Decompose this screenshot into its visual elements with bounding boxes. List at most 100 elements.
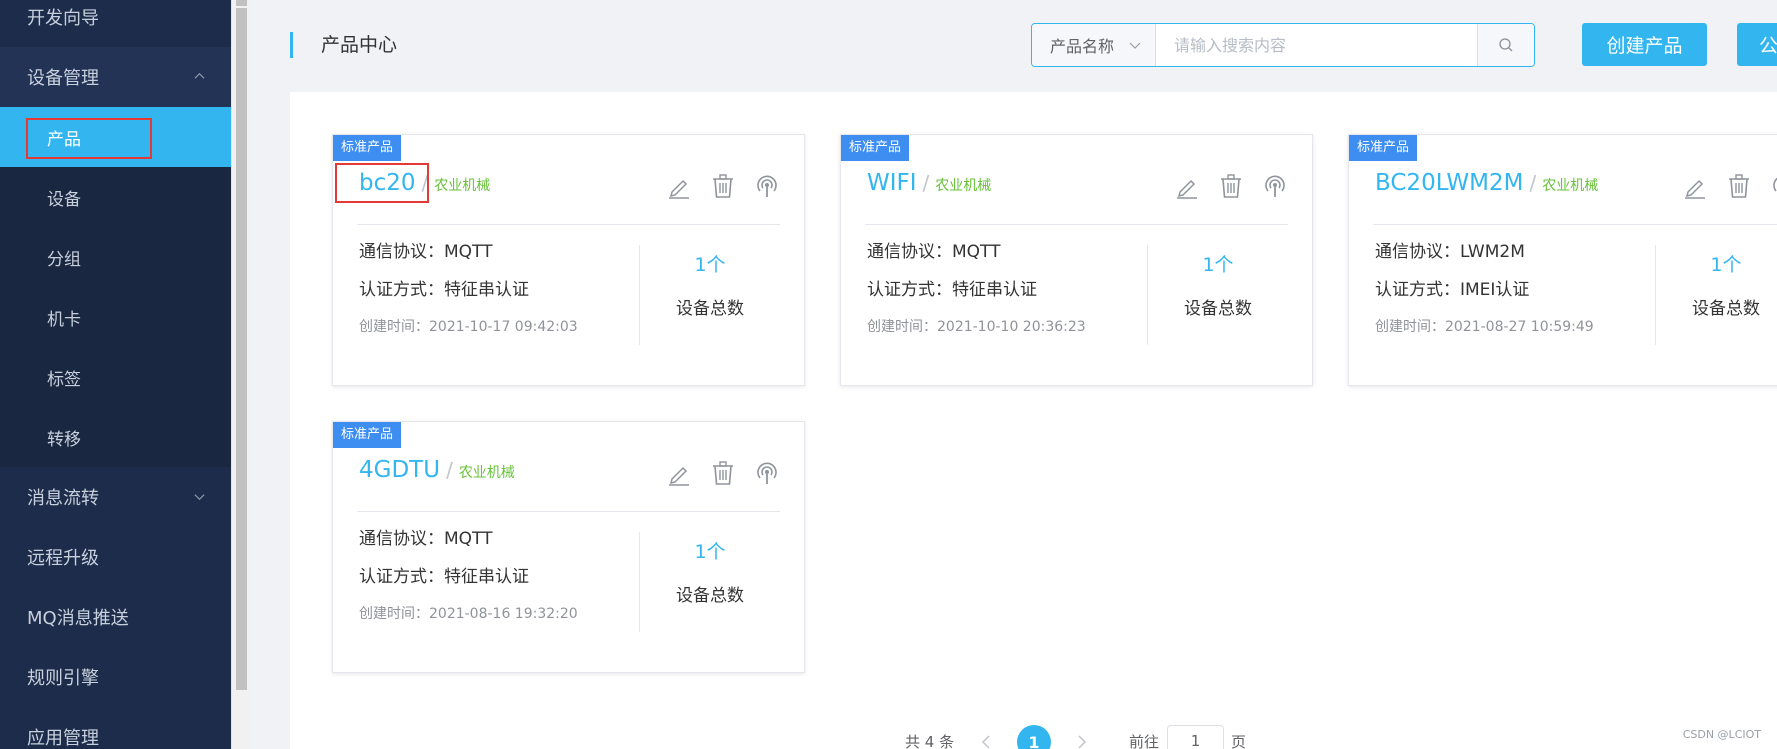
pagination-total: 共 4 条 (905, 732, 955, 749)
name-separator: / (1529, 171, 1537, 195)
chevron-left-icon[interactable] (981, 735, 991, 749)
protocol-text: 通信协议：LWM2M (1375, 242, 1525, 262)
product-name[interactable]: 4GDTU (359, 457, 440, 483)
device-count-label: 设备总数 (1692, 299, 1760, 319)
card-info: 通信协议：MQTT 认证方式：特征串认证 创建时间：2021-10-17 09:… (359, 242, 578, 336)
search-field-select[interactable]: 产品名称 (1032, 24, 1156, 66)
sidebar-item-device-management[interactable]: 设备管理 (0, 47, 231, 107)
auth-text: 认证方式：IMEI认证 (1375, 280, 1530, 300)
broadcast-icon[interactable] (754, 460, 780, 486)
sidebar-item-label: 设备管理 (27, 68, 99, 89)
scrollbar-thumb[interactable] (236, 8, 247, 690)
product-name-row: BC20LWM2M / 农业机械 (1375, 167, 1598, 202)
sidebar-item-label: 应用管理 (27, 728, 99, 749)
chevron-up-icon (194, 72, 205, 79)
device-count-label: 设备总数 (676, 586, 744, 606)
search-button[interactable] (1477, 24, 1534, 66)
chevron-right-icon[interactable] (1077, 735, 1087, 749)
delete-icon[interactable] (1218, 173, 1244, 199)
sidebar-item-label: 消息流转 (27, 488, 99, 509)
product-name[interactable]: WIFI (867, 170, 917, 196)
sidebar-item-message-flow[interactable]: 消息流转 (0, 467, 231, 527)
product-card[interactable]: 标准产品 WIFI / 农业机械 通信协议：MQTT 认证方式：特征串认证 创建时间… (840, 134, 1313, 386)
auth-text: 认证方式：特征串认证 (359, 567, 529, 587)
sidebar-item-devices[interactable]: 设备 (0, 167, 231, 227)
edit-icon[interactable] (666, 460, 692, 486)
sidebar-item-dev-guide[interactable]: 开发向导 (0, 0, 231, 47)
device-count[interactable]: 1个 (640, 540, 780, 564)
watermark: CSDN @LCIOT (1682, 728, 1761, 741)
created-time: 创建时间：2021-10-17 09:42:03 (359, 319, 578, 335)
product-category: 农业机械 (935, 178, 992, 194)
card-info: 通信协议：MQTT 认证方式：特征串认证 创建时间：2021-08-16 19:… (359, 529, 578, 623)
broadcast-icon[interactable] (1770, 173, 1777, 199)
page-header: 产品中心 产品名称 创建产品 公 (250, 0, 1777, 92)
search-icon (1499, 38, 1513, 52)
card-actions (666, 173, 780, 199)
protocol-text: 通信协议：MQTT (867, 242, 1001, 262)
edit-icon[interactable] (1174, 173, 1200, 199)
device-count[interactable]: 1个 (1148, 253, 1288, 277)
card-actions (1682, 173, 1777, 199)
sidebar-item-tags[interactable]: 标签 (0, 347, 231, 407)
device-stat: 1个 设备总数 (1148, 253, 1288, 319)
search-field-label: 产品名称 (1050, 37, 1115, 56)
sidebar-item-transfer[interactable]: 转移 (0, 407, 231, 467)
sidebar-item-ota-upgrade[interactable]: 远程升级 (0, 527, 231, 587)
delete-icon[interactable] (1726, 173, 1752, 199)
highlight-box (335, 163, 429, 203)
page-title: 产品中心 (321, 34, 398, 56)
product-name[interactable]: BC20LWM2M (1375, 170, 1523, 196)
sidebar-item-rules-engine[interactable]: 规则引擎 (0, 647, 231, 707)
app-root: 开发向导 设备管理 产品 设备 分组 机卡 标签 转移 消息流转 远程升级 MQ… (0, 0, 1777, 749)
protocol-text: 通信协议：MQTT (359, 529, 493, 549)
delete-icon[interactable] (710, 173, 736, 199)
public-button[interactable]: 公 (1737, 23, 1777, 66)
edit-icon[interactable] (1682, 173, 1708, 199)
product-category: 农业机械 (458, 465, 515, 481)
product-card[interactable]: 标准产品 bc20/农业机械 通信协议：MQTT 认证方式：特征串认证 创建时间… (332, 134, 805, 386)
sidebar-item-app-management[interactable]: 应用管理 (0, 707, 231, 749)
sidebar-item-label: 设备 (47, 189, 81, 210)
product-card[interactable]: 标准产品 BC20LWM2M / 农业机械 通信协议：LWM2M 认证方式：IMEI… (1348, 134, 1777, 386)
product-tag: 标准产品 (841, 135, 910, 161)
scroll-up-arrow[interactable] (236, 0, 247, 6)
product-tag: 标准产品 (333, 422, 402, 448)
created-time: 创建时间：2021-08-16 19:32:20 (359, 606, 578, 622)
title-accent-bar (290, 32, 293, 58)
card-info: 通信协议：MQTT 认证方式：特征串认证 创建时间：2021-10-10 20:… (867, 242, 1086, 336)
card-divider (1373, 224, 1777, 225)
device-count-label: 设备总数 (676, 299, 744, 319)
auth-text: 认证方式：特征串认证 (359, 280, 529, 300)
search-input[interactable] (1156, 24, 1477, 66)
goto-page-input[interactable] (1167, 725, 1224, 749)
create-product-button[interactable]: 创建产品 (1582, 23, 1707, 66)
sidebar-item-sim-cards[interactable]: 机卡 (0, 287, 231, 347)
created-time: 创建时间：2021-08-27 10:59:49 (1375, 319, 1594, 335)
broadcast-icon[interactable] (754, 173, 780, 199)
sidebar-item-label: 远程升级 (27, 548, 99, 569)
delete-icon[interactable] (710, 460, 736, 486)
chevron-down-icon (194, 494, 205, 501)
sidebar-item-groups[interactable]: 分组 (0, 227, 231, 287)
goto-label: 前往 (1129, 732, 1160, 749)
device-count[interactable]: 1个 (640, 253, 780, 277)
product-category: 农业机械 (1542, 178, 1599, 194)
device-count-label: 设备总数 (1184, 299, 1252, 319)
device-stat: 1个 设备总数 (640, 540, 780, 606)
sidebar-item-label: 转移 (47, 429, 81, 450)
product-card[interactable]: 标准产品 4GDTU / 农业机械 通信协议：MQTT 认证方式：特征串认证 创建时… (332, 421, 805, 673)
highlight-box (26, 118, 152, 159)
created-time: 创建时间：2021-10-10 20:36:23 (867, 319, 1086, 335)
sidebar-item-label: 规则引擎 (27, 668, 99, 689)
broadcast-icon[interactable] (1262, 173, 1288, 199)
device-count[interactable]: 1个 (1656, 253, 1777, 277)
page-suffix: 页 (1231, 732, 1247, 749)
card-divider (357, 224, 780, 225)
card-divider (865, 224, 1288, 225)
sidebar-item-mq-push[interactable]: MQ消息推送 (0, 587, 231, 647)
edit-icon[interactable] (666, 173, 692, 199)
sidebar-item-label: 标签 (47, 369, 81, 390)
product-name-row: WIFI / 农业机械 (867, 167, 991, 202)
sidebar-scrollbar[interactable] (231, 0, 250, 749)
